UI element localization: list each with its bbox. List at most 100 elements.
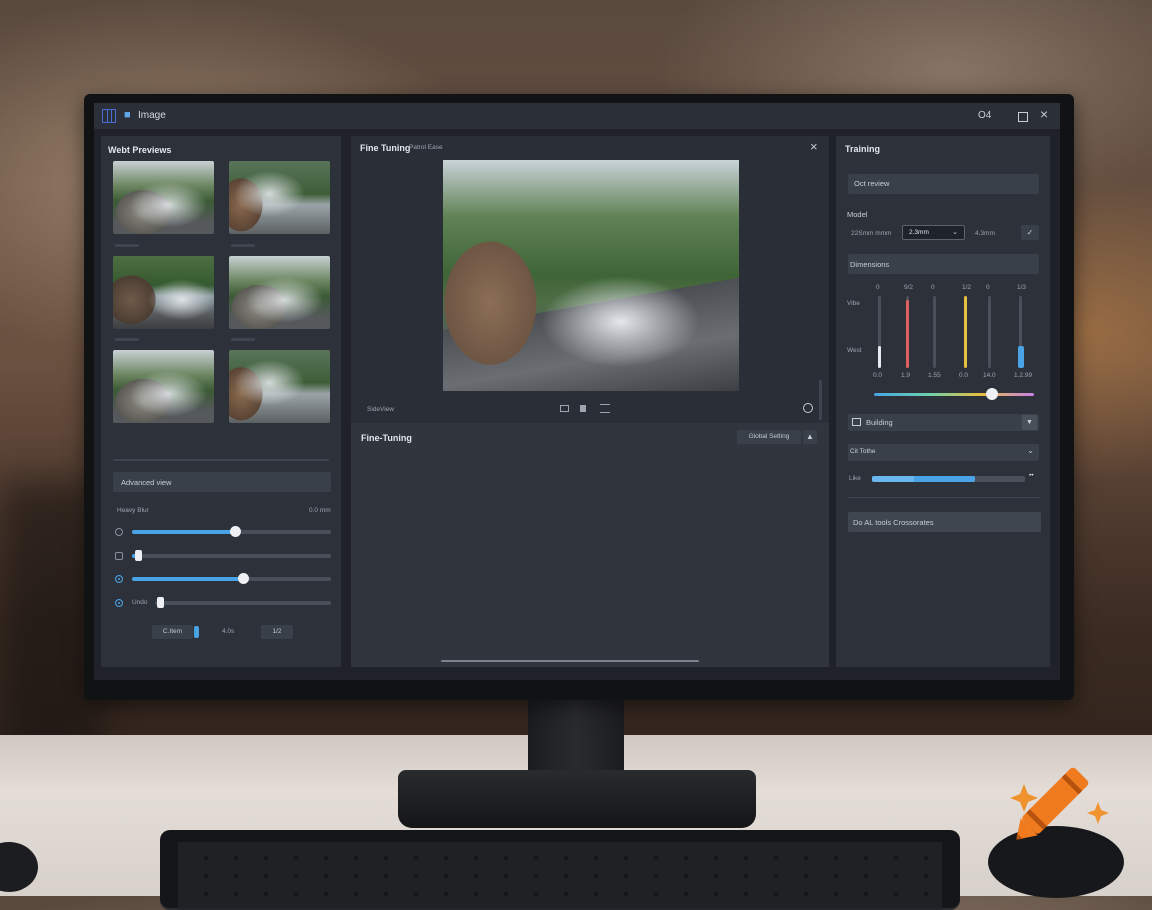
crayon-logo — [1010, 767, 1109, 840]
more-icon[interactable]: •• — [1029, 472, 1034, 479]
review-field[interactable]: Oct review — [848, 174, 1039, 194]
pin-icon[interactable]: ▲ — [803, 430, 817, 444]
model-right-value: 4.3mm — [975, 230, 995, 237]
monitor-stand-base — [398, 770, 756, 828]
grid-icon — [852, 418, 861, 426]
vslider-bottom-label: 0.0 — [959, 372, 969, 379]
grid-logo-icon — [102, 109, 116, 123]
window-counter: O4 — [978, 110, 992, 121]
lock-icon: ■ — [124, 109, 131, 121]
vertical-slider[interactable] — [906, 296, 909, 368]
preview-image — [443, 160, 739, 391]
slider-1-knob[interactable] — [230, 526, 242, 537]
horizontal-scrollbar[interactable] — [441, 660, 699, 662]
thumbnail-2[interactable] — [229, 161, 330, 234]
thumbnail-6[interactable] — [229, 350, 330, 423]
vertical-slider[interactable] — [878, 296, 881, 368]
chevron-down-icon: ⌄ — [1027, 446, 1034, 455]
scrollbar[interactable] — [819, 380, 822, 420]
left-panel-title: Webt Previews — [108, 145, 172, 155]
row-label-top: Vibe — [847, 300, 860, 307]
title-bar: ■ Image O4 × — [94, 103, 1060, 129]
thumb-caption — [115, 244, 139, 247]
chip-2[interactable]: 4.0s — [222, 628, 234, 635]
confirm-check-icon[interactable]: ✓ — [1021, 225, 1039, 240]
audio-icon[interactable] — [580, 405, 586, 412]
vertical-slider[interactable] — [964, 296, 967, 368]
global-setting-button[interactable]: Global Setting — [737, 430, 801, 444]
crossorates-button[interactable]: Do AL tools Crossorates — [848, 512, 1041, 532]
right-panel: Training Oct review Model 22Smm mmm 2.3m… — [836, 136, 1050, 667]
chip-3[interactable]: 1/2 — [261, 625, 293, 639]
slider-4-label: Undo — [132, 599, 148, 606]
vslider-top-label: 1/3 — [1017, 284, 1027, 291]
keyboard — [160, 830, 960, 910]
slider-3-radio[interactable] — [115, 575, 123, 583]
vslider-bottom-label: 1.9 — [901, 372, 911, 379]
hue-slider[interactable] — [874, 388, 1034, 400]
divider — [848, 497, 1041, 498]
dimensions-bar[interactable]: Dimensions — [848, 254, 1039, 274]
thumbnail-4[interactable] — [229, 256, 330, 329]
advanced-view-label: Advanced view — [121, 478, 172, 487]
slider-1[interactable] — [132, 526, 331, 537]
app-window: ■ Image O4 × Webt Previews Advanced view… — [94, 103, 1060, 680]
vertical-slider[interactable] — [933, 296, 936, 368]
chip-1[interactable]: C.Item — [152, 625, 193, 639]
dropdown-icon[interactable]: ▼ — [1022, 415, 1037, 430]
like-slider[interactable] — [872, 476, 1025, 482]
chevron-down-icon: ⌄ — [952, 229, 958, 236]
filter-icon[interactable] — [600, 404, 610, 413]
model-left-value: 22Smm mmm — [851, 230, 892, 237]
cit-select[interactable]: Cit Tothe ⌄ — [848, 444, 1039, 461]
cit-select-label: Cit Tothe — [850, 448, 876, 455]
model-label: Model — [847, 210, 868, 219]
chip-handle[interactable] — [194, 626, 199, 638]
vslider-top-label: 0 — [986, 284, 990, 291]
fine-tuning-section: Fine-Tuning Global Setting ▲ — [351, 423, 829, 667]
slider-4[interactable] — [155, 597, 331, 608]
vertical-slider[interactable] — [988, 296, 991, 368]
compare-icon[interactable] — [560, 405, 569, 412]
center-panel-title: Fine Tuning — [360, 143, 411, 153]
slider-4-knob[interactable] — [157, 597, 165, 608]
vslider-bottom-label: 1.2.99 — [1014, 372, 1033, 379]
fine-tuning-title: Fine-Tuning — [361, 433, 412, 443]
thumbnail-5[interactable] — [113, 350, 214, 423]
vertical-slider[interactable] — [1017, 296, 1024, 368]
vslider-bottom-label: 0.0 — [873, 372, 883, 379]
hue-slider-knob[interactable] — [986, 388, 999, 400]
slider-3-fill — [132, 577, 244, 581]
app-title: Image — [138, 110, 166, 121]
vertical-slider-fill — [906, 299, 909, 368]
timer-icon[interactable] — [803, 403, 813, 413]
thumb-caption — [231, 338, 255, 341]
building-bar[interactable]: Building ▼ — [848, 414, 1039, 431]
model-select-value: 2.3mm — [909, 229, 929, 236]
review-field-label: Oct review — [854, 179, 890, 188]
maximize-icon[interactable] — [1018, 112, 1028, 122]
slider-4-radio[interactable] — [115, 599, 123, 607]
center-panel-subtitle: Patrol Ease — [409, 144, 443, 151]
close-icon[interactable]: × — [810, 139, 818, 154]
slider-1-radio[interactable] — [115, 528, 123, 536]
advanced-view-bar[interactable]: Advanced view — [113, 472, 331, 492]
slider-2[interactable] — [132, 550, 331, 561]
crossorates-label: Do AL tools Crossorates — [853, 518, 934, 527]
vslider-top-label: 1/2 — [962, 284, 972, 291]
vslider-bottom-label: 1.55 — [928, 372, 941, 379]
slider-group-label: Heavy Blur — [117, 507, 149, 514]
slider-2-knob[interactable] — [134, 550, 142, 561]
close-icon[interactable]: × — [1040, 106, 1048, 122]
model-select[interactable]: 2.3mm ⌄ — [902, 225, 965, 240]
building-label: Building — [866, 418, 893, 427]
divider — [113, 459, 329, 461]
thumbnail-1[interactable] — [113, 161, 214, 234]
slider-3-knob[interactable] — [238, 573, 250, 584]
dimensions-label: Dimensions — [850, 260, 890, 269]
thumbnail-3[interactable] — [113, 256, 214, 329]
slider-3[interactable] — [132, 573, 331, 584]
slider-2-checkbox[interactable] — [115, 552, 123, 560]
vslider-top-label: 0 — [876, 284, 880, 291]
vslider-bottom-label: 14.0 — [983, 372, 996, 379]
